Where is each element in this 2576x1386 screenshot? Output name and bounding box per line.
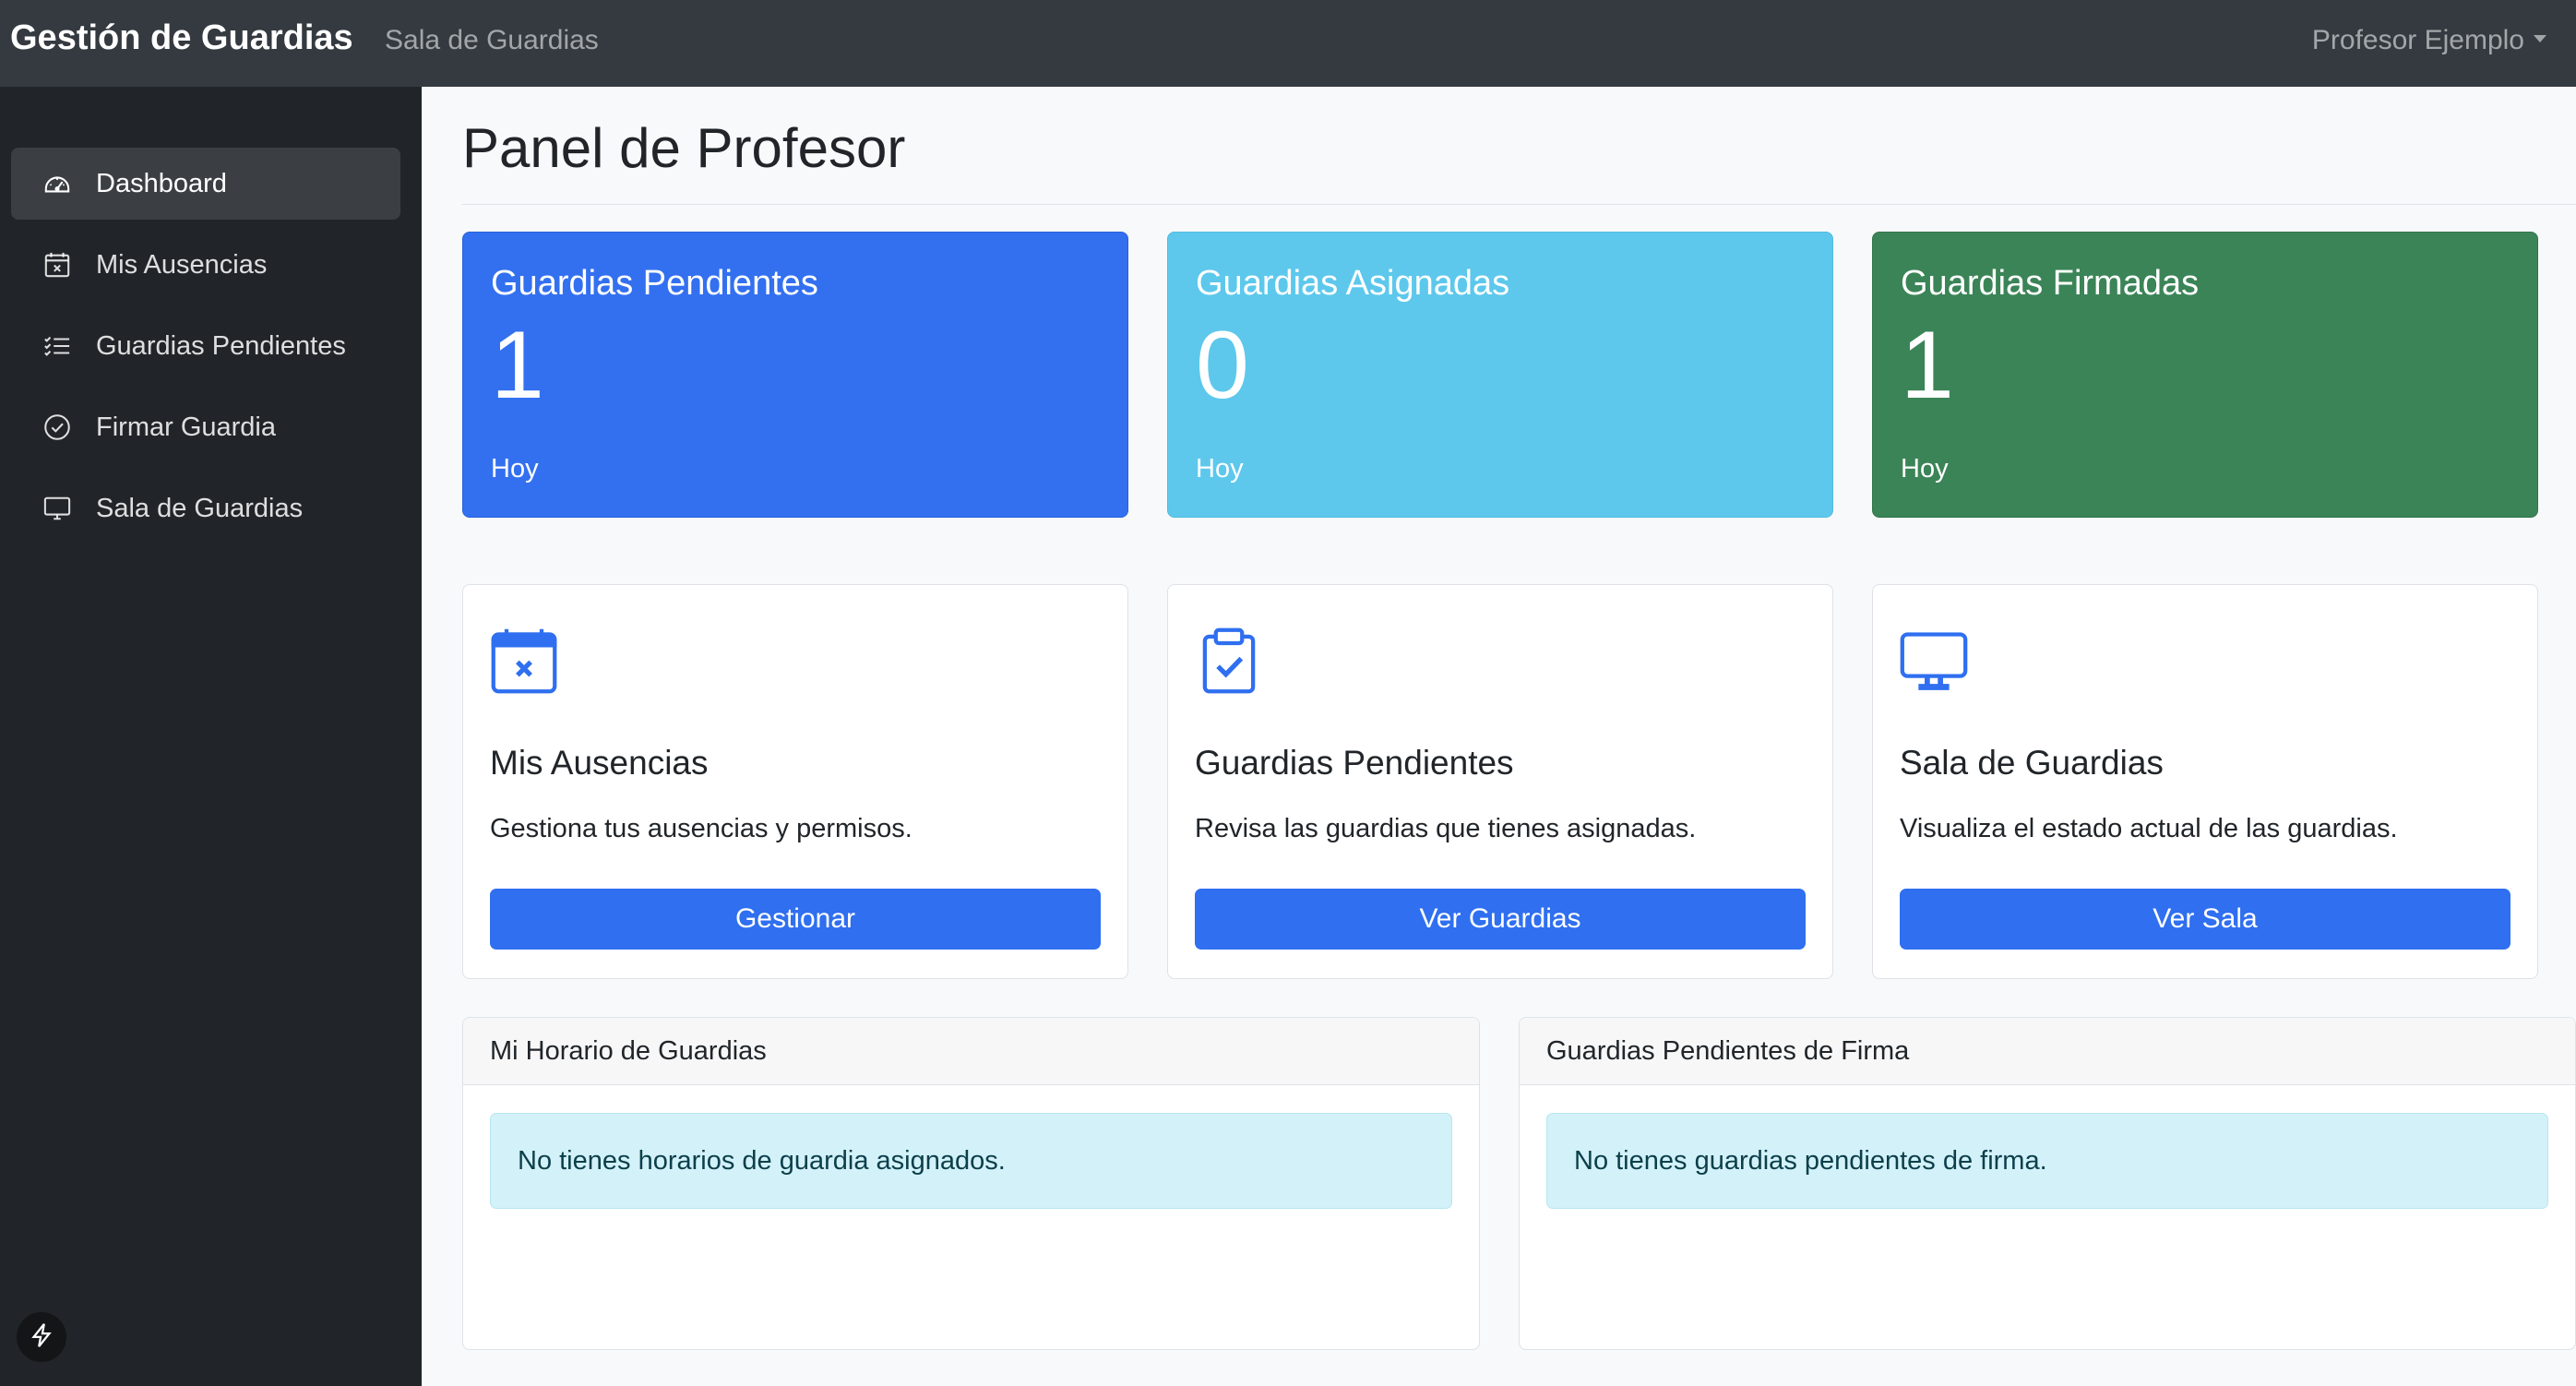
caret-down-icon — [2534, 35, 2546, 42]
sidebar-item-firmar-guardia[interactable]: Firmar Guardia — [11, 391, 400, 463]
stat-subtitle: Hoy — [491, 454, 539, 484]
ver-sala-button[interactable]: Ver Sala — [1900, 889, 2510, 950]
gestionar-button[interactable]: Gestionar — [490, 889, 1101, 950]
panel-mi-horario: Mi Horario de Guardias No tienes horario… — [462, 1017, 1480, 1350]
feature-card-guardias-pendientes: Guardias Pendientes Revisa las guardias … — [1167, 584, 1833, 979]
clipboard-check-icon — [1194, 626, 1264, 696]
calendar-x-icon — [42, 250, 72, 280]
main-content: Panel de Profesor Guardias Pendientes 1 … — [422, 87, 2576, 1386]
brand-title[interactable]: Gestión de Guardias — [10, 18, 353, 58]
user-dropdown[interactable]: Profesor Ejemplo — [2312, 25, 2546, 56]
stat-title: Guardias Firmadas — [1901, 264, 2200, 303]
stat-subtitle: Hoy — [1901, 454, 1949, 484]
panel-title: Mi Horario de Guardias — [490, 1036, 767, 1066]
panel-title: Guardias Pendientes de Firma — [1546, 1036, 1910, 1066]
alert-message: No tienes guardias pendientes de firma. — [1574, 1146, 2047, 1176]
info-alert: No tienes horarios de guardia asignados. — [490, 1113, 1452, 1209]
sidebar-item-label: Dashboard — [96, 168, 227, 198]
sidebar: Dashboard Mis Ausencias Guardias Pendien… — [0, 87, 422, 1386]
panel-header: Mi Horario de Guardias — [463, 1018, 1479, 1085]
feature-title: Guardias Pendientes — [1195, 744, 1514, 782]
top-navbar: Gestión de Guardias Sala de Guardias Pro… — [0, 0, 2576, 87]
stat-title: Guardias Pendientes — [491, 264, 818, 303]
stat-card-pendientes: Guardias Pendientes 1 Hoy — [462, 232, 1128, 518]
feature-title: Sala de Guardias — [1900, 744, 2164, 782]
sidebar-item-sala-de-guardias[interactable]: Sala de Guardias — [11, 472, 400, 544]
panel-pendientes-firma: Guardias Pendientes de Firma No tienes g… — [1519, 1017, 2576, 1350]
title-divider — [462, 204, 2576, 205]
stat-value: 1 — [1901, 312, 1954, 419]
sidebar-item-label: Sala de Guardias — [96, 493, 304, 523]
feature-description: Gestiona tus ausencias y permisos. — [490, 814, 912, 843]
page-title: Panel de Profesor — [462, 117, 906, 179]
sidebar-item-mis-ausencias[interactable]: Mis Ausencias — [11, 229, 400, 301]
list-check-icon — [42, 331, 72, 361]
stat-value: 0 — [1196, 312, 1249, 419]
check-circle-icon — [42, 412, 72, 442]
feature-title: Mis Ausencias — [490, 744, 709, 782]
lightning-button[interactable] — [17, 1312, 66, 1362]
nav-link-sala-guardias[interactable]: Sala de Guardias — [385, 25, 599, 56]
ver-guardias-button[interactable]: Ver Guardias — [1195, 889, 1806, 950]
display-icon — [1899, 626, 1969, 696]
sidebar-item-dashboard[interactable]: Dashboard — [11, 148, 400, 220]
stat-value: 1 — [491, 312, 544, 419]
stat-card-firmadas: Guardias Firmadas 1 Hoy — [1872, 232, 2538, 518]
feature-description: Visualiza el estado actual de las guardi… — [1900, 814, 2398, 843]
sidebar-item-label: Firmar Guardia — [96, 412, 276, 442]
stat-subtitle: Hoy — [1196, 454, 1244, 484]
display-icon — [42, 494, 72, 523]
stat-card-asignadas: Guardias Asignadas 0 Hoy — [1167, 232, 1833, 518]
calendar-x-icon — [489, 626, 559, 696]
feature-card-sala-guardias: Sala de Guardias Visualiza el estado act… — [1872, 584, 2538, 979]
lightning-icon — [28, 1321, 55, 1354]
panel-header: Guardias Pendientes de Firma — [1520, 1018, 2575, 1085]
feature-card-mis-ausencias: Mis Ausencias Gestiona tus ausencias y p… — [462, 584, 1128, 979]
sidebar-item-guardias-pendientes[interactable]: Guardias Pendientes — [11, 310, 400, 382]
user-name: Profesor Ejemplo — [2311, 25, 2524, 55]
stat-title: Guardias Asignadas — [1196, 264, 1510, 303]
sidebar-item-label: Mis Ausencias — [96, 249, 268, 280]
info-alert: No tienes guardias pendientes de firma. — [1546, 1113, 2548, 1209]
speedometer-icon — [42, 169, 72, 198]
alert-message: No tienes horarios de guardia asignados. — [518, 1146, 1006, 1176]
feature-description: Revisa las guardias que tienes asignadas… — [1195, 814, 1697, 843]
sidebar-item-label: Guardias Pendientes — [96, 330, 346, 361]
